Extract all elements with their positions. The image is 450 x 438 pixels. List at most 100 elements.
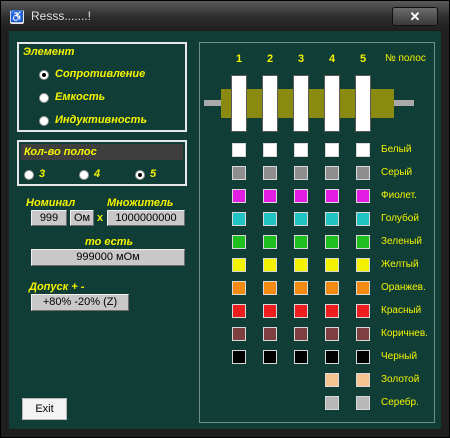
resistor-band-1 xyxy=(231,75,247,132)
color-swatch-7-1[interactable] xyxy=(232,281,246,295)
color-name-label: Серебр. xyxy=(381,397,419,408)
color-swatch-5-5[interactable] xyxy=(356,235,370,249)
color-swatch-8-5[interactable] xyxy=(356,304,370,318)
color-swatch-11-5[interactable] xyxy=(356,373,370,387)
color-swatch-7-4[interactable] xyxy=(325,281,339,295)
color-name-label: Серый xyxy=(381,167,413,178)
radio-resistance[interactable] xyxy=(39,70,49,80)
color-name-label: Голубой xyxy=(381,213,419,224)
color-swatch-10-5[interactable] xyxy=(356,350,370,364)
tolerance-field: +80% -20% (Z) xyxy=(31,294,129,311)
color-swatch-2-1[interactable] xyxy=(232,166,246,180)
unit-field: Ом xyxy=(70,210,94,226)
color-swatch-1-2[interactable] xyxy=(263,143,277,157)
color-swatch-11-4[interactable] xyxy=(325,373,339,387)
band-number-4: 4 xyxy=(328,53,336,65)
color-swatch-12-4[interactable] xyxy=(325,396,339,410)
color-swatch-5-2[interactable] xyxy=(263,235,277,249)
color-swatch-3-5[interactable] xyxy=(356,189,370,203)
color-swatch-3-3[interactable] xyxy=(294,189,308,203)
radio-capacitance-label[interactable]: Емкость xyxy=(55,91,105,103)
color-swatch-12-5[interactable] xyxy=(356,396,370,410)
color-swatch-2-5[interactable] xyxy=(356,166,370,180)
result-field: 999000 мОм xyxy=(31,249,185,266)
color-swatch-9-3[interactable] xyxy=(294,327,308,341)
radio-bands-3-label[interactable]: 3 xyxy=(39,168,45,180)
resistor-band-3 xyxy=(293,75,309,132)
color-swatch-6-4[interactable] xyxy=(325,258,339,272)
color-name-label: Белый xyxy=(381,144,412,155)
color-swatch-5-3[interactable] xyxy=(294,235,308,249)
color-swatch-8-1[interactable] xyxy=(232,304,246,318)
color-name-label: Коричнев. xyxy=(381,328,428,339)
color-swatch-9-5[interactable] xyxy=(356,327,370,341)
color-swatch-4-1[interactable] xyxy=(232,212,246,226)
client-area: Элемент Сопротивление Емкость Индуктивно… xyxy=(9,31,441,429)
color-name-label: Красный xyxy=(381,305,422,316)
radio-inductance-label[interactable]: Индуктивность xyxy=(55,114,147,126)
title-bar: ♿ Resss.......! ✕ xyxy=(1,1,449,31)
color-swatch-2-3[interactable] xyxy=(294,166,308,180)
color-swatch-8-2[interactable] xyxy=(263,304,277,318)
color-name-label: Оранжев. xyxy=(381,282,426,293)
radio-inductance[interactable] xyxy=(39,116,49,126)
resistor-band-4 xyxy=(324,75,340,132)
radio-bands-5[interactable] xyxy=(135,170,145,180)
color-swatch-8-3[interactable] xyxy=(294,304,308,318)
color-swatch-4-2[interactable] xyxy=(263,212,277,226)
color-swatch-3-1[interactable] xyxy=(232,189,246,203)
band-number-1: 1 xyxy=(235,53,243,65)
color-name-label: Фиолет. xyxy=(381,190,417,201)
color-swatch-6-5[interactable] xyxy=(356,258,370,272)
color-swatch-7-2[interactable] xyxy=(263,281,277,295)
radio-bands-4-label[interactable]: 4 xyxy=(94,168,100,180)
band-number-5: 5 xyxy=(359,53,367,65)
exit-button[interactable]: Exit xyxy=(22,398,67,420)
color-swatch-1-5[interactable] xyxy=(356,143,370,157)
color-swatch-8-4[interactable] xyxy=(325,304,339,318)
multiplier-input[interactable]: 1000000000 xyxy=(107,210,185,226)
color-swatch-10-1[interactable] xyxy=(232,350,246,364)
color-swatch-2-2[interactable] xyxy=(263,166,277,180)
color-swatch-10-4[interactable] xyxy=(325,350,339,364)
radio-capacitance[interactable] xyxy=(39,93,49,103)
color-swatch-4-4[interactable] xyxy=(325,212,339,226)
radio-bands-5-label[interactable]: 5 xyxy=(150,168,156,180)
color-swatch-3-2[interactable] xyxy=(263,189,277,203)
radio-resistance-label[interactable]: Сопротивление xyxy=(55,68,145,80)
color-swatch-6-3[interactable] xyxy=(294,258,308,272)
color-swatch-6-2[interactable] xyxy=(263,258,277,272)
color-swatch-10-3[interactable] xyxy=(294,350,308,364)
nominal-input[interactable]: 999 xyxy=(31,210,67,226)
color-name-label: Зеленый xyxy=(381,236,422,247)
element-group-title: Элемент xyxy=(23,46,75,58)
color-swatch-7-3[interactable] xyxy=(294,281,308,295)
color-swatch-1-3[interactable] xyxy=(294,143,308,157)
color-swatch-9-4[interactable] xyxy=(325,327,339,341)
color-swatch-10-2[interactable] xyxy=(263,350,277,364)
color-swatch-6-1[interactable] xyxy=(232,258,246,272)
color-swatch-1-1[interactable] xyxy=(232,143,246,157)
color-swatch-2-4[interactable] xyxy=(325,166,339,180)
color-name-label: Черный xyxy=(381,351,418,362)
radio-bands-4[interactable] xyxy=(79,170,89,180)
resistor-band-2 xyxy=(262,75,278,132)
color-swatch-1-4[interactable] xyxy=(325,143,339,157)
color-swatch-4-5[interactable] xyxy=(356,212,370,226)
color-panel: 1 2 3 4 5 № полос Белый Серый Фиолет. Голубой Зе… xyxy=(199,42,435,423)
color-swatch-4-3[interactable] xyxy=(294,212,308,226)
band-number-3: 3 xyxy=(297,53,305,65)
nominal-label: Номинал xyxy=(26,197,76,209)
color-name-label: Золотой xyxy=(381,374,420,385)
color-swatch-5-4[interactable] xyxy=(325,235,339,249)
color-swatch-3-4[interactable] xyxy=(325,189,339,203)
bands-header: № полос xyxy=(385,53,426,64)
color-swatch-7-5[interactable] xyxy=(356,281,370,295)
radio-bands-3[interactable] xyxy=(24,170,34,180)
color-swatch-9-1[interactable] xyxy=(232,327,246,341)
resistor-lead-right xyxy=(392,100,414,106)
color-swatch-5-1[interactable] xyxy=(232,235,246,249)
color-swatch-9-2[interactable] xyxy=(263,327,277,341)
accessibility-icon: ♿ xyxy=(10,10,24,24)
close-button[interactable]: ✕ xyxy=(392,7,438,26)
